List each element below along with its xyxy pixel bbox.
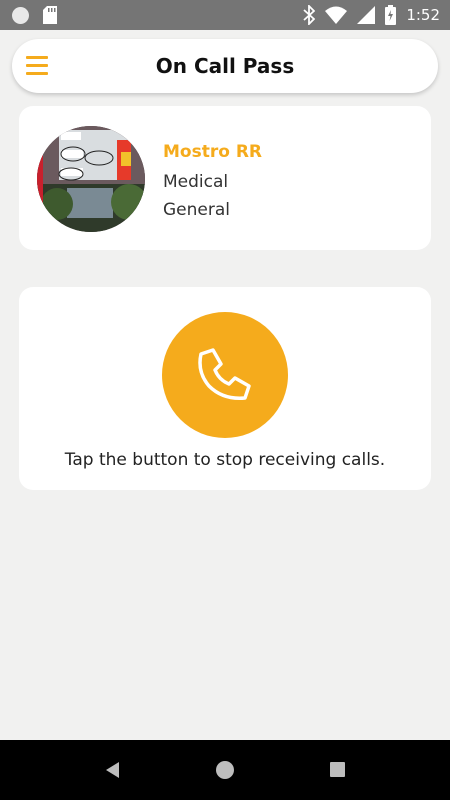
sd-card-icon [43,6,57,24]
status-time: 1:52 [406,6,440,24]
home-icon[interactable] [216,761,234,779]
app-bar: On Call Pass [12,39,438,93]
battery-charging-icon [385,5,397,25]
back-icon[interactable] [103,760,121,784]
toggle-calls-button[interactable] [162,312,288,438]
profile-name: Mostro RR [163,142,263,162]
status-bar: 1:52 [0,0,450,30]
profile-specialty: General [163,200,230,220]
bluetooth-icon [303,5,316,25]
call-instruction: Tap the button to stop receiving calls. [64,450,386,470]
navigation-bar [0,740,450,800]
wifi-icon [325,6,348,24]
phone-icon [193,342,257,409]
cell-signal-icon [357,6,376,24]
avatar [37,126,145,232]
call-card: Tap the button to stop receiving calls. [19,287,431,490]
profile-department: Medical [163,172,229,192]
notification-dot-icon [12,6,29,24]
page-title: On Call Pass [155,54,295,78]
profile-card: Mostro RR Medical General [19,106,431,250]
recents-icon[interactable] [330,762,345,777]
